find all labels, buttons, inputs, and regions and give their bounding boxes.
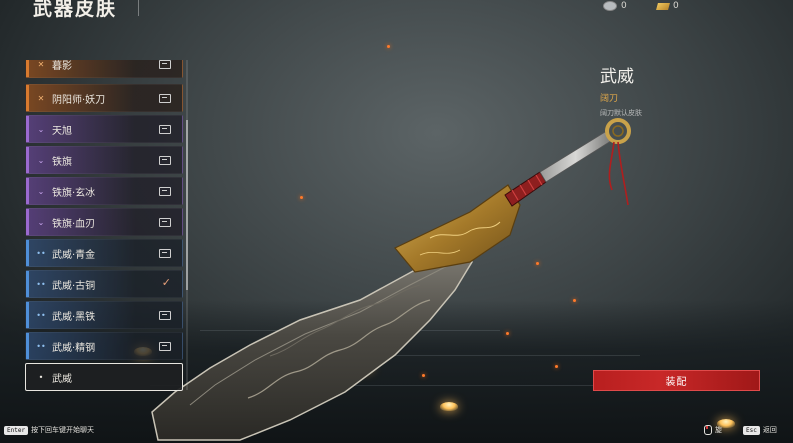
double-dot-icon: •• — [36, 279, 46, 289]
skin-item-label: 武威·青金 — [52, 249, 96, 261]
list-scrollbar-thumb[interactable] — [186, 120, 188, 290]
chat-icon — [159, 187, 171, 196]
chevron-icon: ⌄ — [37, 217, 45, 227]
rarity-bar — [26, 209, 29, 235]
check-icon: ✓ — [161, 276, 171, 289]
double-dot-icon: •• — [36, 248, 46, 258]
chat-icon — [159, 218, 171, 227]
rarity-bar — [26, 333, 29, 359]
skin-item-label: 武威·古铜 — [52, 280, 96, 292]
crossed-swords-icon: ✕ — [37, 93, 45, 103]
ember-particle — [300, 196, 303, 199]
rarity-bar — [26, 85, 29, 111]
water-ripple — [150, 385, 650, 386]
skin-item[interactable]: ⌄ 铁旗·血刃 — [25, 208, 183, 236]
top-bar: 武器皮肤 0 0 — [0, 0, 793, 20]
rarity-bar — [26, 240, 29, 266]
chevron-icon: ⌄ — [37, 124, 45, 134]
silver-amount: 0 — [621, 1, 627, 11]
silver-coin-icon — [603, 1, 617, 11]
chevron-icon: ⌄ — [37, 186, 45, 196]
chat-icon — [159, 311, 171, 320]
skin-item[interactable]: •• 武威·青金 — [25, 239, 183, 267]
skin-item-label: 铁旗·血刃 — [52, 218, 96, 230]
floating-lantern — [354, 362, 372, 371]
rarity-bar — [26, 178, 29, 204]
rarity-bar — [26, 116, 29, 142]
rotate-hint: 旋 — [704, 425, 722, 435]
rarity-bar — [26, 147, 29, 173]
ember-particle — [573, 299, 576, 302]
skin-list[interactable]: ✕ 暮影 ✕ 阴阳师·妖刀 ⌄ 天旭 ⌄ 铁旗 ⌄ 铁旗·玄冰 ⌄ 铁旗·血刃 … — [25, 60, 183, 392]
chat-icon — [159, 94, 171, 103]
skin-item[interactable]: •• 武威·精钢 — [25, 332, 183, 360]
skin-item-label: 武威·精钢 — [52, 342, 96, 354]
skin-item-label: 暮影 — [52, 60, 72, 72]
water-ripple — [200, 330, 500, 331]
header-divider — [138, 0, 139, 16]
back-button[interactable]: Esc 返回 — [743, 425, 777, 435]
chat-icon — [159, 249, 171, 258]
gold-amount: 0 — [673, 1, 679, 11]
ember-particle — [506, 332, 509, 335]
skin-item[interactable]: ✕ 阴阳师·妖刀 — [25, 84, 183, 112]
rotate-hint-text: 旋 — [715, 426, 722, 434]
equip-button[interactable]: 装配 — [593, 370, 760, 391]
skin-item-label: 铁旗·玄冰 — [52, 187, 96, 199]
skin-item[interactable]: •• 武威·黑铁 — [25, 301, 183, 329]
rarity-bar — [26, 302, 29, 328]
chat-icon — [159, 125, 171, 134]
skin-item[interactable]: ⌄ 铁旗 — [25, 146, 183, 174]
skin-item-label: 阴阳师·妖刀 — [52, 94, 106, 106]
skin-description: 阔刀默认皮肤 — [600, 109, 642, 117]
chat-icon — [159, 60, 171, 69]
skin-item[interactable]: ✕ 暮影 — [25, 60, 183, 78]
silver-currency: 0 — [603, 1, 627, 11]
skin-item-label: 武威 — [52, 373, 72, 385]
skin-item-label: 武威·黑铁 — [52, 311, 96, 323]
chat-hint[interactable]: Enter 按下回车键开始聊天 — [4, 425, 94, 435]
rarity-bar — [26, 271, 29, 297]
page-title: 武器皮肤 — [33, 0, 118, 20]
rarity-bar — [26, 60, 29, 77]
water-ripple — [260, 355, 640, 356]
chat-icon — [159, 342, 171, 351]
chat-icon — [159, 156, 171, 165]
ember-particle — [536, 262, 539, 265]
skin-name: 武威 — [600, 67, 634, 87]
dot-icon: • — [38, 372, 44, 382]
gold-ingot-icon — [656, 2, 670, 10]
chat-hint-text: 按下回车键开始聊天 — [31, 426, 95, 434]
skin-item[interactable]: •• 武威·古铜 ✓ — [25, 270, 183, 298]
skin-item-label: 铁旗 — [52, 156, 72, 168]
mouse-icon — [704, 425, 712, 435]
ember-particle — [555, 365, 558, 368]
gold-currency: 0 — [656, 1, 679, 11]
chevron-icon: ⌄ — [37, 155, 45, 165]
double-dot-icon: •• — [36, 341, 46, 351]
ember-particle — [387, 45, 390, 48]
enter-key-badge: Enter — [4, 425, 29, 435]
skin-item-label: 天旭 — [52, 125, 72, 137]
double-dot-icon: •• — [36, 310, 46, 320]
skin-item[interactable]: ⌄ 天旭 — [25, 115, 183, 143]
skin-item-selected[interactable]: • 武威 — [25, 363, 183, 391]
esc-key-badge: Esc — [743, 425, 760, 435]
crossed-swords-icon: ✕ — [37, 60, 45, 69]
weapon-type: 阔刀 — [600, 94, 619, 104]
back-label: 返回 — [762, 426, 777, 434]
floating-lantern — [440, 402, 458, 411]
ember-particle — [422, 374, 425, 377]
skin-item[interactable]: ⌄ 铁旗·玄冰 — [25, 177, 183, 205]
